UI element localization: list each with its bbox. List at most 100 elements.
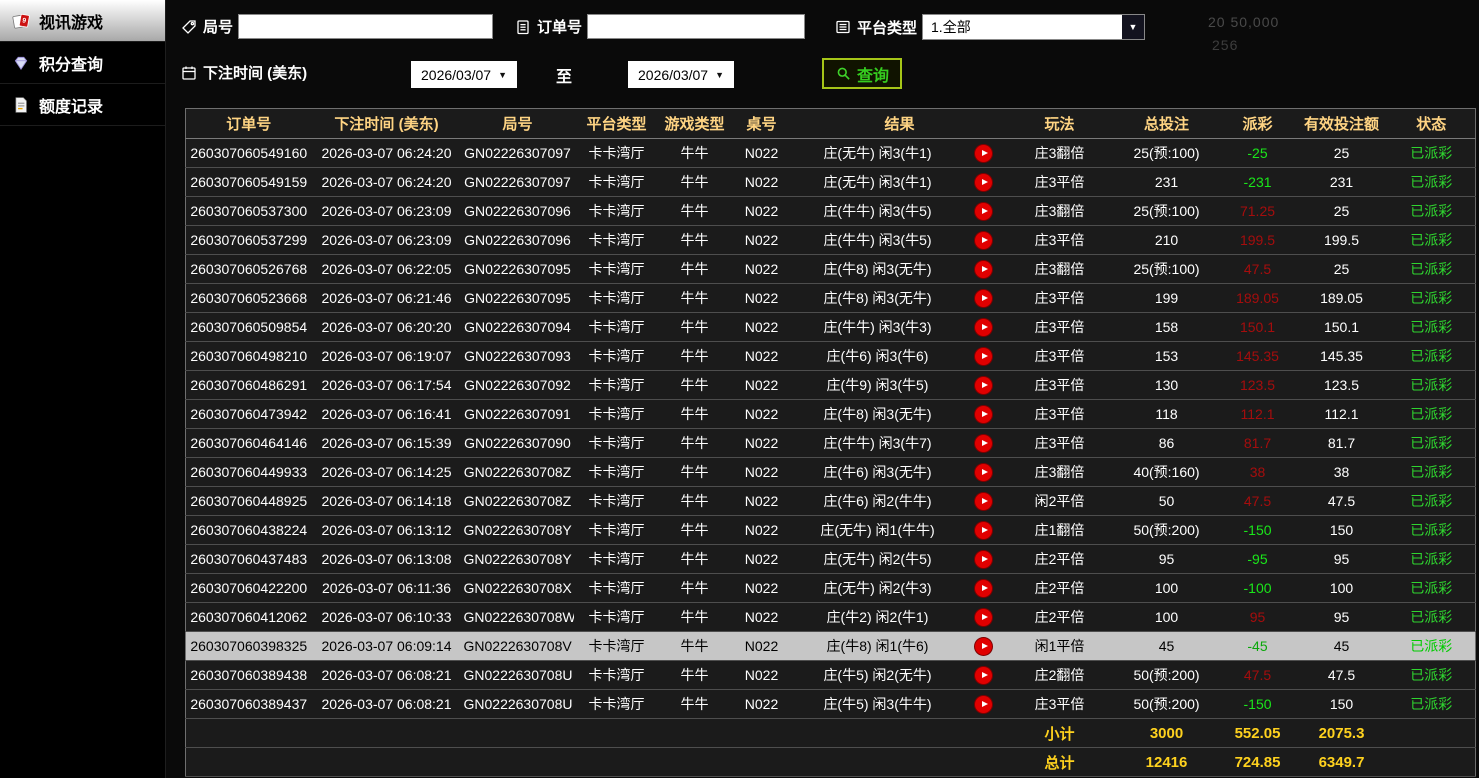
play-video-button[interactable]	[975, 377, 992, 394]
header-payout: 派彩	[1220, 109, 1296, 139]
cell-total-bet: 50	[1114, 487, 1220, 516]
table-row[interactable]: 260307060509854 2026-03-07 06:20:20 GN02…	[186, 313, 1476, 342]
cell-play-video	[962, 168, 1006, 197]
cell-bet-time: 2026-03-07 06:08:21	[312, 690, 462, 719]
cell-order-id: 260307060437483	[186, 545, 312, 574]
cell-total-bet: 153	[1114, 342, 1220, 371]
cell-valid-bet: 25	[1296, 197, 1388, 226]
cell-order-id: 260307060537300	[186, 197, 312, 226]
play-video-button[interactable]	[975, 145, 992, 162]
play-icon	[982, 672, 988, 678]
table-row[interactable]: 260307060464146 2026-03-07 06:15:39 GN02…	[186, 429, 1476, 458]
sidebar-item-quota-records[interactable]: 额度记录	[0, 84, 165, 126]
footer-spacer	[186, 748, 1006, 777]
table-row[interactable]: 260307060412062 2026-03-07 06:10:33 GN02…	[186, 603, 1476, 632]
play-video-button[interactable]	[975, 464, 992, 481]
play-video-button[interactable]	[975, 493, 992, 510]
table-row[interactable]: 260307060537299 2026-03-07 06:23:09 GN02…	[186, 226, 1476, 255]
play-video-button[interactable]	[975, 609, 992, 626]
platform-type-select[interactable]: 1.全部 ▼	[922, 14, 1145, 40]
sidebar-item-video-games[interactable]: 9 视讯游戏	[0, 0, 165, 42]
cell-result: 庄(牛牛) 闲3(牛3)	[794, 313, 962, 342]
table-row[interactable]: 260307060549160 2026-03-07 06:24:20 GN02…	[186, 139, 1476, 168]
table-row[interactable]: 260307060389437 2026-03-07 06:08:21 GN02…	[186, 690, 1476, 719]
clipboard-icon	[514, 18, 532, 36]
header-round-id: 局号	[462, 109, 574, 139]
play-video-button[interactable]	[975, 638, 992, 655]
cell-result: 庄(无牛) 闲1(牛牛)	[794, 516, 962, 545]
cell-play-video	[962, 545, 1006, 574]
play-video-button[interactable]	[975, 522, 992, 539]
sidebar-item-points-query[interactable]: 积分查询	[0, 42, 165, 84]
play-video-button[interactable]	[975, 319, 992, 336]
cell-result: 庄(牛2) 闲2(牛1)	[794, 603, 962, 632]
table-row[interactable]: 260307060448925 2026-03-07 06:14:18 GN02…	[186, 487, 1476, 516]
play-icon	[982, 614, 988, 620]
cell-result: 庄(牛6) 闲2(牛牛)	[794, 487, 962, 516]
table-row[interactable]: 260307060498210 2026-03-07 06:19:07 GN02…	[186, 342, 1476, 371]
cell-game-type: 牛牛	[660, 458, 730, 487]
play-video-button[interactable]	[975, 667, 992, 684]
table-row[interactable]: 260307060523668 2026-03-07 06:21:46 GN02…	[186, 284, 1476, 313]
cell-game-type: 牛牛	[660, 487, 730, 516]
cell-game-type: 牛牛	[660, 603, 730, 632]
table-row[interactable]: 260307060438224 2026-03-07 06:13:12 GN02…	[186, 516, 1476, 545]
cell-game-type: 牛牛	[660, 690, 730, 719]
search-button[interactable]: 查询	[822, 58, 902, 89]
cell-game-type: 牛牛	[660, 226, 730, 255]
cell-play-video	[962, 139, 1006, 168]
background-remnant-text: 20 50,000	[1208, 14, 1279, 30]
cell-round-id: GN02226307097	[462, 139, 574, 168]
play-video-button[interactable]	[975, 261, 992, 278]
cell-status: 已派彩	[1388, 690, 1476, 719]
search-icon	[835, 65, 853, 83]
table-row[interactable]: 260307060437483 2026-03-07 06:13:08 GN02…	[186, 545, 1476, 574]
table-row[interactable]: 260307060449933 2026-03-07 06:14:25 GN02…	[186, 458, 1476, 487]
play-video-button[interactable]	[975, 551, 992, 568]
table-row[interactable]: 260307060549159 2026-03-07 06:24:20 GN02…	[186, 168, 1476, 197]
subtotal-row: 小计 3000 552.05 2075.3	[186, 719, 1476, 748]
play-video-button[interactable]	[975, 406, 992, 423]
date-range-to-label: 至	[556, 63, 572, 87]
cell-order-id: 260307060549159	[186, 168, 312, 197]
table-row[interactable]: 260307060526768 2026-03-07 06:22:05 GN02…	[186, 255, 1476, 284]
cell-total-bet: 158	[1114, 313, 1220, 342]
play-video-button[interactable]	[975, 580, 992, 597]
cell-payout: 38	[1220, 458, 1296, 487]
table-row[interactable]: 260307060398325 2026-03-07 06:09:14 GN02…	[186, 632, 1476, 661]
cell-status: 已派彩	[1388, 429, 1476, 458]
date-from-select[interactable]: 2026/03/07 ▼	[411, 61, 517, 88]
cell-play-type: 庄3翻倍	[1006, 458, 1114, 487]
header-table-no: 桌号	[730, 109, 794, 139]
round-id-input[interactable]	[238, 14, 493, 39]
table-row[interactable]: 260307060422200 2026-03-07 06:11:36 GN02…	[186, 574, 1476, 603]
order-id-input[interactable]	[587, 14, 805, 39]
cell-platform: 卡卡湾厅	[574, 661, 660, 690]
cell-payout: -45	[1220, 632, 1296, 661]
cell-round-id: GN0222630708Z	[462, 458, 574, 487]
table-row[interactable]: 260307060473942 2026-03-07 06:16:41 GN02…	[186, 400, 1476, 429]
cell-game-type: 牛牛	[660, 574, 730, 603]
date-to-select[interactable]: 2026/03/07 ▼	[628, 61, 734, 88]
table-row[interactable]: 260307060486291 2026-03-07 06:17:54 GN02…	[186, 371, 1476, 400]
play-icon	[982, 353, 988, 359]
play-icon	[982, 556, 988, 562]
play-video-button[interactable]	[975, 203, 992, 220]
play-video-button[interactable]	[975, 435, 992, 452]
table-row[interactable]: 260307060537300 2026-03-07 06:23:09 GN02…	[186, 197, 1476, 226]
play-video-button[interactable]	[975, 348, 992, 365]
cell-order-id: 260307060422200	[186, 574, 312, 603]
table-row[interactable]: 260307060389438 2026-03-07 06:08:21 GN02…	[186, 661, 1476, 690]
play-video-button[interactable]	[975, 174, 992, 191]
cell-valid-bet: 38	[1296, 458, 1388, 487]
grand-total-payout: 724.85	[1220, 748, 1296, 777]
cell-platform: 卡卡湾厅	[574, 168, 660, 197]
cell-order-id: 260307060537299	[186, 226, 312, 255]
cell-play-type: 庄3平倍	[1006, 284, 1114, 313]
play-video-button[interactable]	[975, 290, 992, 307]
play-video-button[interactable]	[975, 232, 992, 249]
play-video-button[interactable]	[975, 696, 992, 713]
cell-game-type: 牛牛	[660, 632, 730, 661]
cell-status: 已派彩	[1388, 226, 1476, 255]
cell-order-id: 260307060473942	[186, 400, 312, 429]
